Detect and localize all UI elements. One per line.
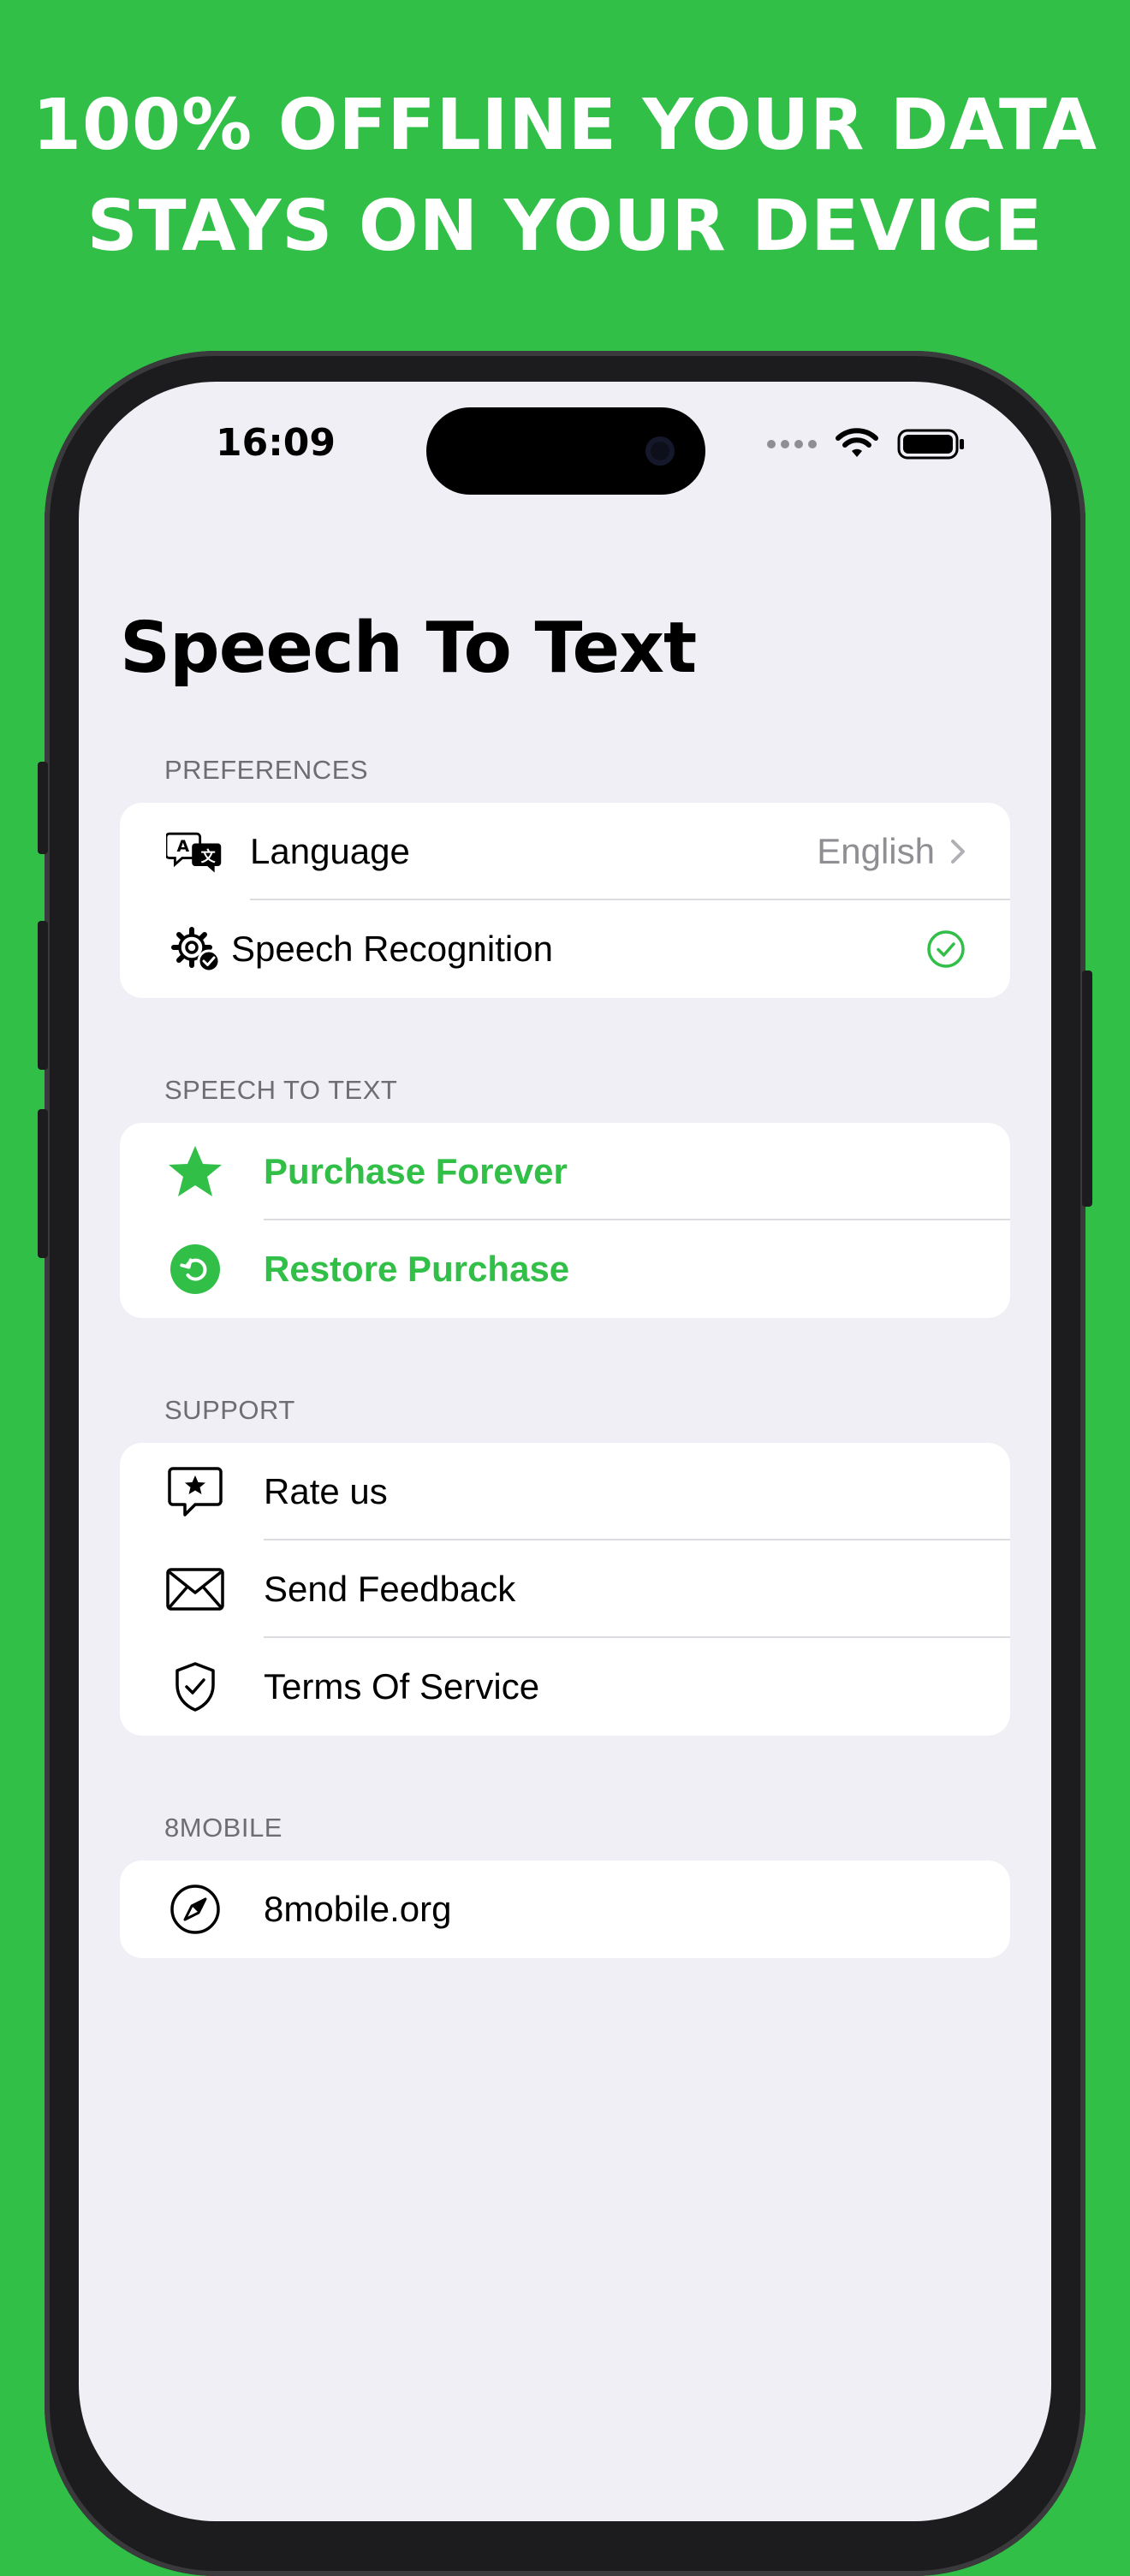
status-time: 16:09	[215, 421, 336, 465]
envelope-icon	[166, 1560, 224, 1618]
section-header-support: SUPPORT	[164, 1395, 295, 1425]
marketing-headline: 100% OFFLINE YOUR DATA STAYS ON YOUR DEV…	[0, 75, 1130, 277]
side-button	[1082, 970, 1092, 1207]
website-label: 8mobile.org	[264, 1889, 452, 1929]
cellular-signal-icon	[767, 440, 817, 448]
headline-line-2: STAYS ON YOUR DEVICE	[86, 186, 1044, 267]
chevron-right-icon	[951, 840, 965, 864]
speech-to-text-group: Purchase Forever Restore Purchase	[120, 1123, 1010, 1318]
preferences-group: A 文 Language English Speech Recognition	[120, 803, 1010, 998]
section-header-speech-to-text: SPEECH TO TEXT	[164, 1075, 398, 1105]
speech-recognition-row[interactable]: Speech Recognition	[120, 900, 1010, 998]
battery-icon	[897, 429, 964, 460]
purchase-forever-label: Purchase Forever	[264, 1151, 568, 1191]
page-title: Speech To Text	[120, 608, 697, 689]
headline-line-1: 100% OFFLINE YOUR DATA	[32, 85, 1098, 166]
speech-recognition-label: Speech Recognition	[231, 929, 553, 969]
rate-us-button[interactable]: Rate us	[120, 1443, 1010, 1540]
send-feedback-button[interactable]: Send Feedback	[120, 1540, 1010, 1638]
phone-screen: 16:09 Speech To Text PREFERENCES A 文 Lan…	[79, 382, 1051, 2521]
restore-purchase-button[interactable]: Restore Purchase	[120, 1220, 1010, 1318]
svg-text:文: 文	[201, 847, 217, 865]
recognition-status	[926, 929, 966, 969]
eightmobile-group: 8mobile.org	[120, 1861, 1010, 1958]
translate-icon: A 文	[166, 822, 224, 881]
checkmark-circle-icon	[927, 930, 965, 968]
wifi-icon	[836, 428, 878, 457]
camera-lens	[645, 436, 675, 466]
dynamic-island	[426, 407, 705, 495]
send-feedback-label: Send Feedback	[264, 1569, 516, 1609]
action-button	[38, 762, 48, 854]
support-group: Rate us Send Feedback Terms Of Service	[120, 1443, 1010, 1736]
language-value: English	[817, 831, 966, 872]
star-bubble-icon	[166, 1463, 224, 1521]
language-label: Language	[250, 831, 410, 871]
star-icon	[166, 1143, 224, 1201]
terms-of-service-label: Terms Of Service	[264, 1666, 540, 1706]
svg-text:A: A	[177, 837, 190, 856]
language-row[interactable]: A 文 Language English	[120, 803, 1010, 900]
rate-us-label: Rate us	[264, 1471, 388, 1511]
restore-purchase-label: Restore Purchase	[264, 1249, 570, 1289]
compass-icon	[166, 1880, 224, 1938]
gear-check-icon	[166, 920, 224, 978]
volume-up-button	[38, 921, 48, 1070]
section-header-8mobile: 8MOBILE	[164, 1813, 282, 1843]
website-link[interactable]: 8mobile.org	[120, 1861, 1010, 1958]
volume-down-button	[38, 1109, 48, 1258]
restore-icon	[166, 1240, 224, 1298]
purchase-forever-button[interactable]: Purchase Forever	[120, 1123, 1010, 1220]
terms-of-service-button[interactable]: Terms Of Service	[120, 1638, 1010, 1736]
shield-check-icon	[166, 1658, 224, 1716]
language-selected: English	[817, 831, 935, 871]
section-header-preferences: PREFERENCES	[164, 755, 369, 785]
status-indicators	[767, 423, 966, 466]
